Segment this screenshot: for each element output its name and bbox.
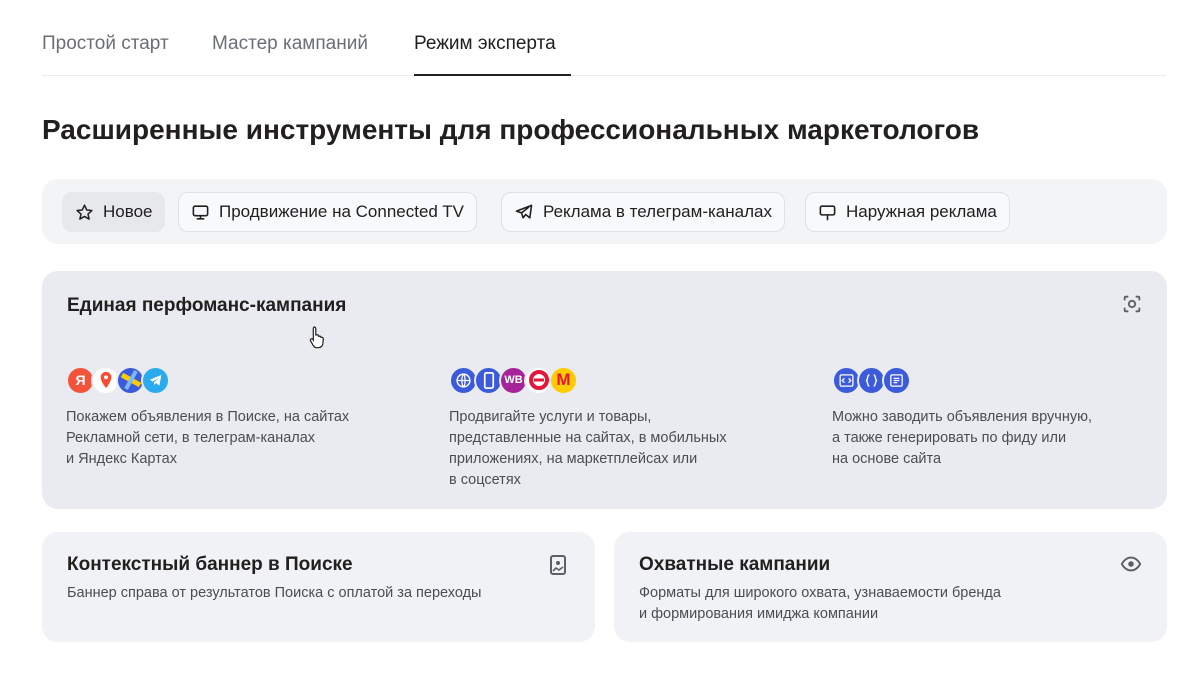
tab-simple-start[interactable]: Простой старт bbox=[42, 33, 169, 55]
performance-column-creation: Можно заводить объявления вручную, а так… bbox=[832, 364, 1092, 470]
description-line: а также генерировать по фиду или bbox=[832, 430, 1067, 446]
chip-new[interactable]: Новое bbox=[62, 192, 166, 232]
chip-outdoor-ads[interactable]: Наружная реклама bbox=[805, 192, 1010, 232]
hand-cursor-icon bbox=[309, 326, 324, 349]
description-line: в соцсетях bbox=[449, 472, 521, 488]
description-line: и Яндекс Картах bbox=[66, 451, 177, 467]
card-description: Баннер справа от результатов Поиска с оп… bbox=[67, 585, 482, 601]
star-icon bbox=[76, 203, 93, 220]
placement-icons: Я bbox=[66, 364, 349, 396]
page-icon bbox=[882, 365, 911, 395]
billboard-icon bbox=[819, 204, 836, 220]
chip-telegram-ads-label: Реклама в телеграм-каналах bbox=[543, 202, 772, 221]
telegram-icon bbox=[141, 365, 170, 395]
chip-new-label: Новое bbox=[103, 202, 153, 221]
active-tab-indicator bbox=[414, 74, 571, 76]
telegram-icon bbox=[515, 204, 533, 219]
description-line: Покажем объявления в Поиске, на сайтах bbox=[66, 409, 350, 425]
category-chip-bar: Новое Продвижение на Connected TV Реклам… bbox=[42, 179, 1167, 244]
eye-icon bbox=[1120, 556, 1142, 572]
tab-campaign-wizard[interactable]: Мастер кампаний bbox=[212, 33, 368, 55]
page-title: Расширенные инструменты для профессионал… bbox=[42, 114, 980, 145]
tab-expert-mode[interactable]: Режим эксперта bbox=[414, 33, 556, 55]
description-line: и формирования имиджа компании bbox=[639, 606, 879, 622]
card-title: Контекстный баннер в Поиске bbox=[67, 554, 353, 575]
focus-icon bbox=[1123, 295, 1141, 313]
description-line: Можно заводить объявления вручную, bbox=[832, 409, 1092, 425]
search-banner-card[interactable]: Контекстный баннер в Поиске Баннер справ… bbox=[42, 532, 595, 642]
card-title: Единая перфоманс-кампания bbox=[67, 295, 347, 316]
yandex-market-icon: M bbox=[549, 365, 578, 395]
creation-description: Можно заводить объявления вручную, а так… bbox=[832, 407, 1092, 470]
placement-description: Покажем объявления в Поиске, на сайтах Р… bbox=[66, 407, 349, 470]
description-line: Рекламной сети, в телеграм-каналах bbox=[66, 430, 316, 446]
chip-connected-tv[interactable]: Продвижение на Connected TV bbox=[178, 192, 478, 232]
sources-description: Продвигайте услуги и товары, представлен… bbox=[449, 407, 727, 491]
performance-column-sources: WB M Продвигайте услуги и товары, предст… bbox=[449, 364, 727, 491]
chip-outdoor-ads-label: Наружная реклама bbox=[846, 202, 997, 221]
image-icon bbox=[550, 555, 566, 575]
card-title: Охватные кампании bbox=[639, 554, 831, 575]
description-line: Форматы для широкого охвата, узнаваемост… bbox=[639, 585, 1001, 601]
tv-icon bbox=[192, 204, 209, 220]
source-icons: WB M bbox=[449, 364, 727, 396]
reach-campaigns-card[interactable]: Охватные кампании Форматы для широкого о… bbox=[614, 532, 1167, 642]
creation-icons bbox=[832, 364, 1092, 396]
description-line: приложениях, на маркетплейсах или bbox=[449, 451, 698, 467]
chip-telegram-ads[interactable]: Реклама в телеграм-каналах bbox=[501, 192, 785, 232]
performance-column-placements: Я Покажем объявления в Поиске, на сайтах… bbox=[66, 364, 349, 470]
card-description: Форматы для широкого охвата, узнаваемост… bbox=[639, 583, 1001, 625]
description-line: на основе сайта bbox=[832, 451, 942, 467]
mode-tabs: Простой старт Мастер кампаний Режим эксп… bbox=[42, 0, 1166, 76]
chip-connected-tv-label: Продвижение на Connected TV bbox=[219, 202, 465, 221]
description-line: представленные на сайтах, в мобильных bbox=[449, 430, 727, 446]
description-line: Продвигайте услуги и товары, bbox=[449, 409, 652, 425]
